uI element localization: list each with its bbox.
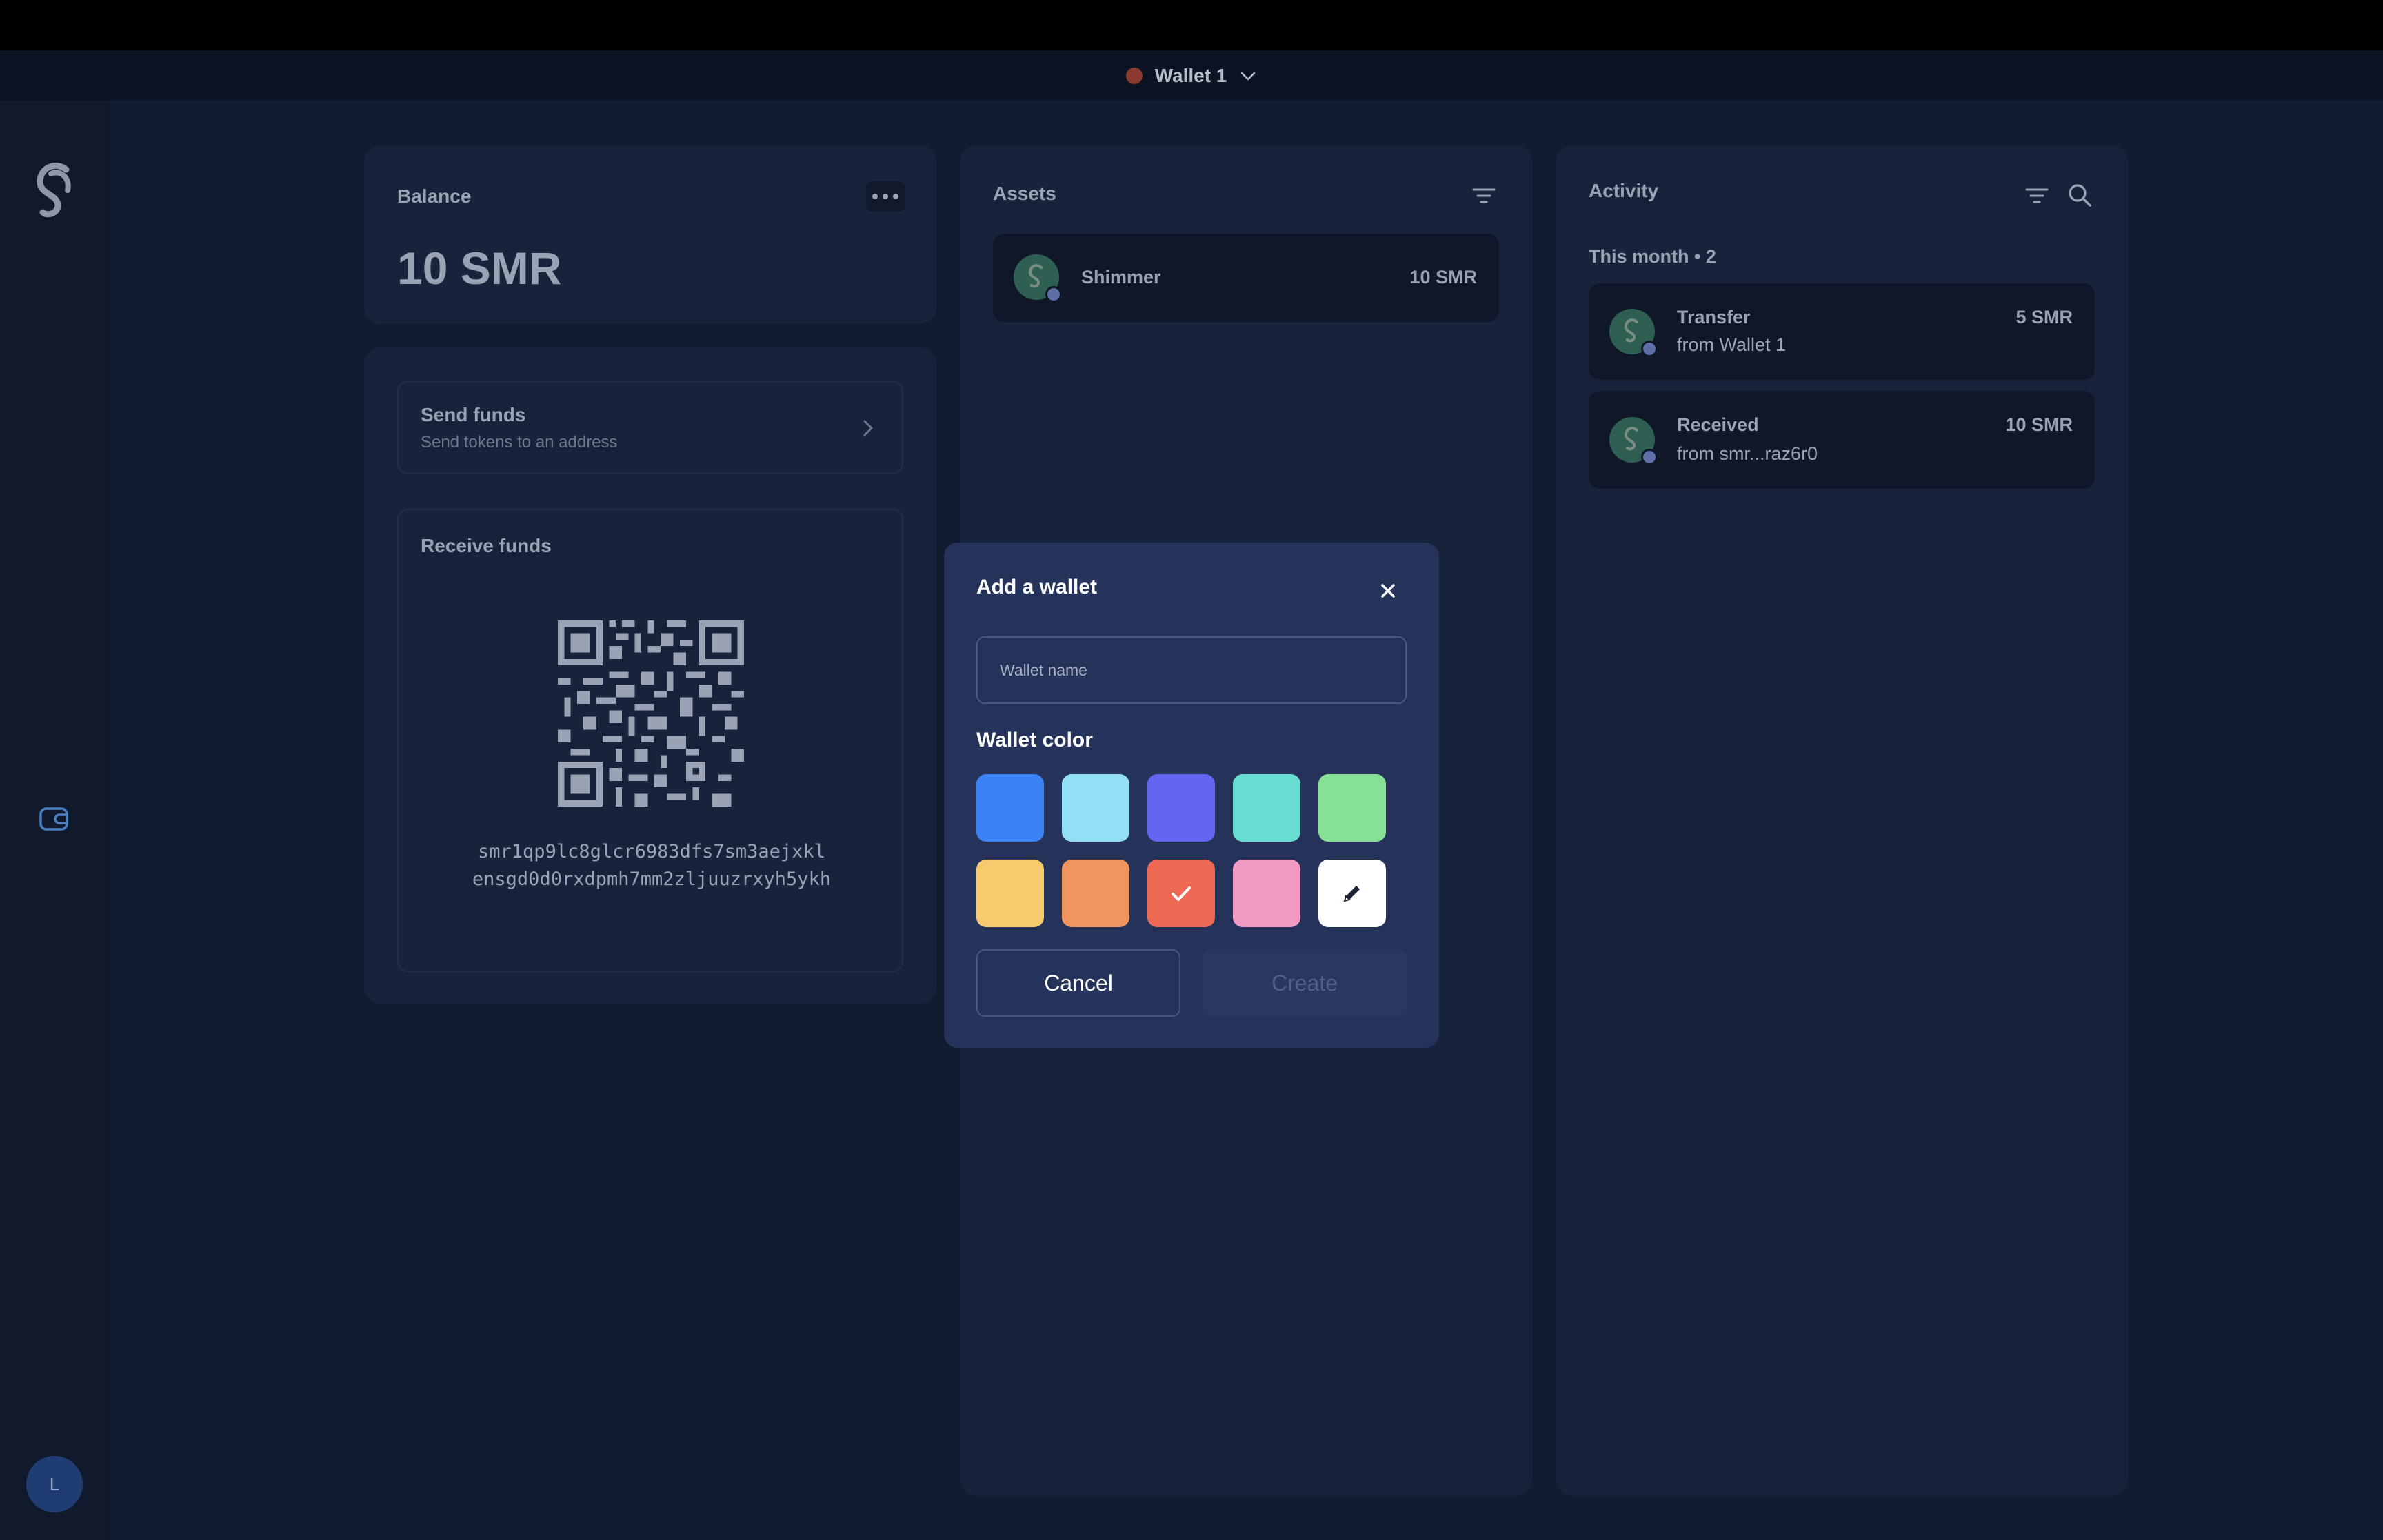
activity-type: Received [1677,414,1759,435]
create-button[interactable]: Create [1203,949,1407,1017]
close-icon[interactable] [1376,578,1400,603]
shimmer-token-icon [1014,254,1062,303]
activity-detail: from smr...raz6r0 [1677,443,1818,464]
sidebar: L [0,101,109,1540]
wallet-name-input[interactable] [976,636,1407,704]
pencil-icon [1343,886,1360,902]
activity-amount: 5 SMR [2015,307,2073,327]
qr-code[interactable] [558,620,744,807]
balance-amount: 10 SMR [397,243,562,294]
color-swatch-orange[interactable] [1062,860,1129,927]
wallet-color-dot [1125,67,1143,84]
custom-color-button[interactable] [1318,860,1386,927]
chevron-down-icon [1241,72,1256,80]
filter-icon[interactable] [2024,185,2049,206]
funds-panel: Send funds Send tokens to an address Rec… [364,347,936,1004]
add-wallet-dialog: Add a wallet Wallet color Cancel Create [944,543,1439,1048]
asset-amount: 10 SMR [1409,267,1477,287]
send-funds-title: Send funds [421,404,526,425]
window-top-bar [0,0,2383,50]
send-funds-button[interactable]: Send funds Send tokens to an address [397,381,903,474]
checkmark-icon [1172,886,1191,901]
activity-amount: 10 SMR [2005,414,2073,435]
dot-icon [883,194,888,199]
wallet-switcher[interactable]: Wallet 1 [0,50,2383,101]
shimmer-token-icon [1609,309,1658,357]
send-funds-subtitle: Send tokens to an address [421,433,618,452]
wallet-color-label: Wallet color [976,729,1093,751]
receive-funds-card: Receive funds smr1qp9lc8glcr6983dfs7sm3a… [397,509,903,972]
color-swatch-blue[interactable] [976,774,1044,842]
search-icon[interactable] [2067,183,2092,207]
dot-icon [872,194,878,199]
asset-row-shimmer[interactable]: Shimmer 10 SMR [993,234,1499,322]
receive-address-line-1: smr1qp9lc8glcr6983dfs7sm3aejxkl [478,841,825,862]
shimmer-token-icon [1609,417,1658,465]
dot-icon [893,194,898,199]
balance-panel: Balance 10 SMR [364,145,936,324]
cancel-button[interactable]: Cancel [976,949,1180,1017]
color-swatch-green[interactable] [1318,774,1386,842]
assets-title: Assets [993,183,1056,204]
color-swatch-red-selected[interactable] [1147,860,1215,927]
activity-type: Transfer [1677,307,1751,327]
activity-panel: Activity This month • 2 Transfer from Wa… [1556,145,2128,1495]
dialog-title: Add a wallet [976,576,1098,598]
color-swatch-teal[interactable] [1233,774,1300,842]
activity-title: Activity [1589,180,1659,201]
avatar[interactable]: L [26,1456,83,1512]
balance-title: Balance [397,185,472,207]
activity-row-transfer[interactable]: Transfer from Wallet 1 5 SMR [1589,283,2095,380]
filter-icon[interactable] [1471,185,1496,206]
activity-detail: from Wallet 1 [1677,334,1787,355]
color-swatch-indigo[interactable] [1147,774,1215,842]
color-swatch-pink[interactable] [1233,860,1300,927]
chevron-right-icon [863,420,873,436]
more-options-button[interactable] [866,181,905,212]
shimmer-logo-icon[interactable] [30,160,79,222]
receive-funds-title: Receive funds [421,535,552,556]
receive-address-line-2: ensgd0d0rxdpmh7mm2zljuuzrxyh5ykh [472,869,832,890]
color-swatch-light-blue[interactable] [1062,774,1129,842]
asset-name: Shimmer [1081,267,1161,287]
wallet-switcher-label: Wallet 1 [1154,64,1227,86]
color-swatch-yellow[interactable] [976,860,1044,927]
wallet-icon[interactable] [39,805,69,833]
activity-row-received[interactable]: Received from smr...raz6r0 10 SMR [1589,391,2095,489]
activity-group-label: This month • 2 [1589,246,1716,267]
